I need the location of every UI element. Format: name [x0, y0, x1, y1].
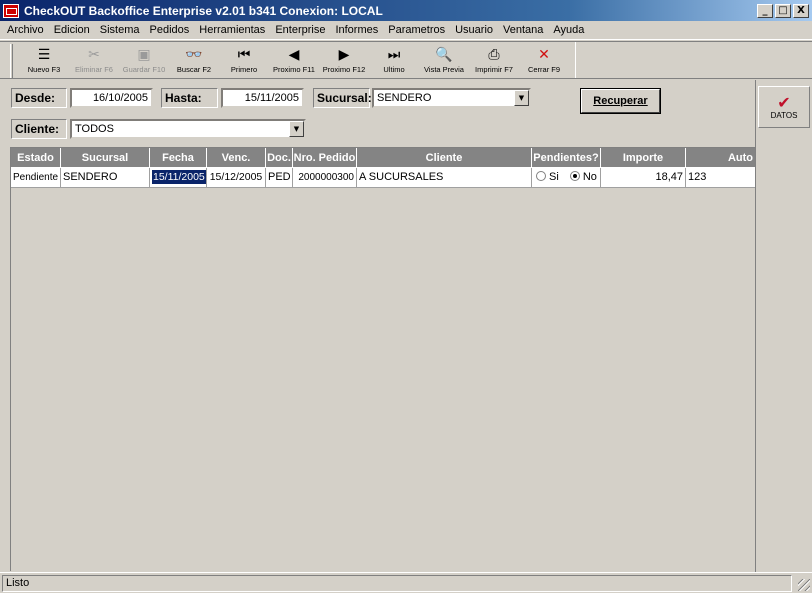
check-icon: ✔	[777, 92, 791, 112]
cell-nro-pedido[interactable]: 2000000300	[293, 168, 357, 188]
maximize-button[interactable]: □	[775, 3, 791, 18]
grid-header: Estado Sucursal Fecha Venc. Doc. Nro. Pe…	[11, 148, 755, 168]
sucursal-label: Sucursal:	[313, 88, 372, 108]
selected-text: 15/11/2005	[152, 170, 206, 184]
next-icon: ▶	[338, 47, 350, 63]
filter-panel: Desde: 16/10/2005 Hasta: 15/11/2005 Sucu…	[0, 80, 755, 145]
print-button[interactable]: ⎙ Imprimir F7	[469, 42, 519, 74]
cell-doc[interactable]: PED	[266, 168, 293, 188]
menu-archivo[interactable]: Archivo	[2, 24, 49, 36]
menu-ayuda[interactable]: Ayuda	[548, 24, 589, 36]
cliente-select[interactable]: TODOS ▼	[70, 119, 306, 139]
menu-parametros[interactable]: Parametros	[383, 24, 450, 36]
radio-si[interactable]	[536, 171, 546, 181]
menu-bar: Archivo Edicion Sistema Pedidos Herramie…	[0, 21, 812, 40]
radio-no-label: No	[582, 171, 597, 183]
col-estado[interactable]: Estado	[11, 148, 61, 168]
app-icon	[3, 3, 19, 18]
save-button[interactable]: ▣ Guardar F10	[119, 42, 169, 74]
preview-button[interactable]: 🔍 Vista Previa	[419, 42, 469, 74]
cell-fecha[interactable]: 15/11/2005	[150, 168, 207, 188]
minimize-button[interactable]: _	[757, 3, 773, 18]
table-row[interactable]: Pendiente SENDERO 15/11/2005 15/12/2005 …	[11, 168, 755, 188]
recuperar-button[interactable]: Recuperar	[580, 88, 661, 114]
cell-sucursal[interactable]: SENDERO	[61, 168, 150, 188]
toolbar: ☰ Nuevo F3 ✂ Eliminar F6 ▣ Guardar F10 👓…	[0, 41, 812, 79]
sucursal-select[interactable]: SENDERO ▼	[372, 88, 531, 108]
previous-icon: ◀	[288, 47, 300, 63]
chevron-down-icon[interactable]: ▼	[289, 121, 304, 137]
col-nro-pedido[interactable]: Nro. Pedido	[293, 148, 357, 168]
menu-pedidos[interactable]: Pedidos	[145, 24, 195, 36]
menu-edicion[interactable]: Edicion	[49, 24, 95, 36]
col-importe[interactable]: Importe	[601, 148, 686, 168]
desde-label: Desde:	[11, 88, 67, 108]
next-button[interactable]: ▶ Proximo F12	[319, 42, 369, 74]
datos-button[interactable]: ✔ DATOS	[758, 86, 810, 128]
hasta-input[interactable]: 15/11/2005	[221, 88, 304, 108]
sucursal-value: SENDERO	[377, 92, 432, 104]
radio-si-label: Si	[549, 171, 559, 183]
col-sucursal[interactable]: Sucursal	[61, 148, 150, 168]
datos-label: DATOS	[770, 110, 798, 120]
previous-button[interactable]: ◀ Proximo F11	[269, 42, 319, 74]
last-button[interactable]: ⏭ Ultimo	[369, 42, 419, 74]
search-button[interactable]: 👓 Buscar F2	[169, 42, 219, 74]
close-window-button[interactable]: X	[793, 3, 809, 18]
window-title: CheckOUT Backoffice Enterprise v2.01 b34…	[24, 3, 383, 18]
first-button[interactable]: ⏮ Primero	[219, 42, 269, 74]
col-auto[interactable]: Auto	[686, 148, 755, 168]
orders-grid: Estado Sucursal Fecha Venc. Doc. Nro. Pe…	[10, 147, 755, 571]
col-venc[interactable]: Venc.	[207, 148, 266, 168]
menu-informes[interactable]: Informes	[330, 24, 383, 36]
cliente-value: TODOS	[75, 123, 114, 135]
delete-icon: ✂	[88, 47, 100, 63]
last-icon: ⏭	[387, 47, 401, 63]
cell-importe[interactable]: 18,47	[601, 168, 686, 188]
menu-usuario[interactable]: Usuario	[450, 24, 498, 36]
toolbar-separator	[575, 42, 576, 78]
cell-estado[interactable]: Pendiente	[11, 168, 61, 188]
col-pendientes[interactable]: Pendientes?	[532, 148, 601, 168]
col-doc[interactable]: Doc.	[266, 148, 293, 168]
resize-grip-icon[interactable]	[798, 579, 810, 591]
cell-auto[interactable]: 123	[686, 168, 755, 188]
close-form-button[interactable]: ✕ Cerrar F9	[519, 42, 569, 74]
new-icon: ☰	[37, 47, 51, 63]
col-cliente[interactable]: Cliente	[357, 148, 532, 168]
menu-herramientas[interactable]: Herramientas	[194, 24, 270, 36]
status-text: Listo	[2, 575, 792, 592]
radio-no[interactable]	[569, 171, 580, 181]
side-panel: ✔ DATOS	[755, 80, 812, 572]
menu-sistema[interactable]: Sistema	[95, 24, 145, 36]
menu-enterprise[interactable]: Enterprise	[270, 24, 330, 36]
save-icon: ▣	[137, 47, 151, 63]
cell-pendientes[interactable]: Si No	[532, 168, 601, 188]
first-icon: ⏮	[237, 47, 251, 63]
menu-ventana[interactable]: Ventana	[498, 24, 548, 36]
chevron-down-icon[interactable]: ▼	[514, 90, 529, 106]
title-bar: CheckOUT Backoffice Enterprise v2.01 b34…	[0, 0, 812, 21]
cliente-label: Cliente:	[11, 119, 67, 139]
binoculars-icon: 👓	[185, 47, 203, 63]
new-button[interactable]: ☰ Nuevo F3	[19, 42, 69, 74]
preview-icon: 🔍	[435, 47, 453, 63]
toolbar-grip	[10, 44, 13, 78]
printer-icon: ⎙	[488, 47, 500, 63]
cell-cliente[interactable]: A SUCURSALES	[357, 168, 532, 188]
close-icon: ✕	[538, 47, 550, 63]
cell-venc[interactable]: 15/12/2005	[207, 168, 266, 188]
desde-input[interactable]: 16/10/2005	[70, 88, 153, 108]
delete-button[interactable]: ✂ Eliminar F6	[69, 42, 119, 74]
col-fecha[interactable]: Fecha	[150, 148, 207, 168]
status-bar: Listo	[0, 572, 812, 593]
hasta-label: Hasta:	[161, 88, 218, 108]
